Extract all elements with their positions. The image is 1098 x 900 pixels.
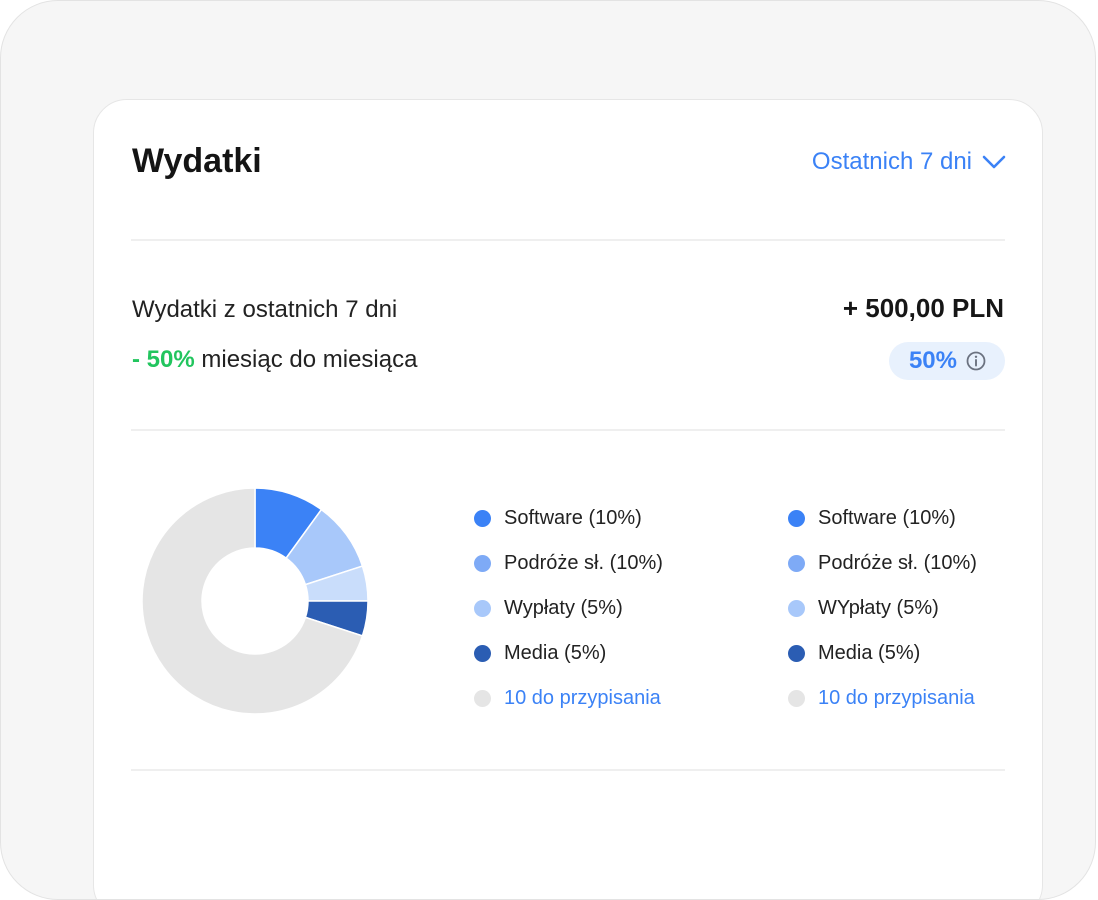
legend-label: Media (5%) — [504, 642, 607, 664]
device-frame: Wydatki Ostatnich 7 dni Wydatki z ostatn… — [0, 0, 1096, 900]
legend-label: Podróże sł. (10%) — [504, 552, 663, 574]
legend-dot-icon — [474, 600, 491, 617]
legend-item: Software (10%) — [474, 496, 663, 541]
legend-dot-icon — [788, 690, 805, 707]
legend-item: Software (10%) — [788, 496, 977, 541]
legend-item: Podróże sł. (10%) — [788, 541, 977, 586]
divider — [131, 769, 1005, 771]
legend-dot-icon — [474, 555, 491, 572]
legend-item: Podróże sł. (10%) — [474, 541, 663, 586]
info-icon[interactable] — [965, 350, 987, 372]
legend-dot-icon — [788, 510, 805, 527]
chevron-down-icon — [982, 155, 1006, 169]
period-dropdown[interactable]: Ostatnich 7 dni — [812, 148, 1006, 176]
legend-dot-icon — [788, 600, 805, 617]
legend-dot-icon — [474, 690, 491, 707]
divider — [131, 239, 1005, 241]
legend-right: Software (10%) Podróże sł. (10%) WYpłaty (… — [788, 496, 977, 721]
summary-amount: + 500,00 PLN — [842, 293, 1004, 323]
period-label: Ostatnich 7 dni — [811, 148, 972, 175]
legend-label: Software (10%) — [504, 507, 642, 529]
card-title: Wydatki — [132, 142, 262, 180]
unassigned-link[interactable]: 10 do przypisania — [818, 687, 975, 710]
legend-label: WYpłaty (5%) — [818, 597, 939, 619]
badge-value: 50% — [908, 347, 957, 374]
legend-dot-icon — [474, 510, 491, 527]
unassigned-link[interactable]: 10 do przypisania — [504, 687, 661, 710]
legend-label: Software (10%) — [818, 507, 956, 529]
percent-badge[interactable]: 50% — [888, 342, 1005, 380]
legend-item: WYpłaty (5%) — [788, 586, 977, 631]
summary-label: Wydatki z ostatnich 7 dni — [132, 296, 398, 323]
expenses-card: Wydatki Ostatnich 7 dni Wydatki z ostatn… — [93, 99, 1043, 899]
legend-item: Wypłaty (5%) — [474, 586, 663, 631]
legend-item: Media (5%) — [788, 631, 977, 676]
legend-item: Media (5%) — [474, 631, 663, 676]
legend-left: Software (10%) Podróże sł. (10%) Wypłaty (… — [474, 496, 663, 721]
legend-dot-icon — [788, 555, 805, 572]
month-change: - 50% miesiąc do miesiąca — [132, 346, 417, 374]
legend-label: Podróże sł. (10%) — [818, 552, 977, 574]
legend-dot-icon — [788, 645, 805, 662]
legend-item[interactable]: 10 do przypisania — [474, 676, 663, 721]
divider — [131, 429, 1005, 431]
change-value: - 50% — [132, 346, 195, 373]
legend-dot-icon — [474, 645, 491, 662]
change-label: miesiąc do miesiąca — [201, 346, 418, 373]
expenses-donut-chart — [141, 487, 369, 715]
legend-label: Wypłaty (5%) — [504, 597, 623, 619]
legend-item[interactable]: 10 do przypisania — [788, 676, 977, 721]
legend-label: Media (5%) — [818, 642, 921, 664]
